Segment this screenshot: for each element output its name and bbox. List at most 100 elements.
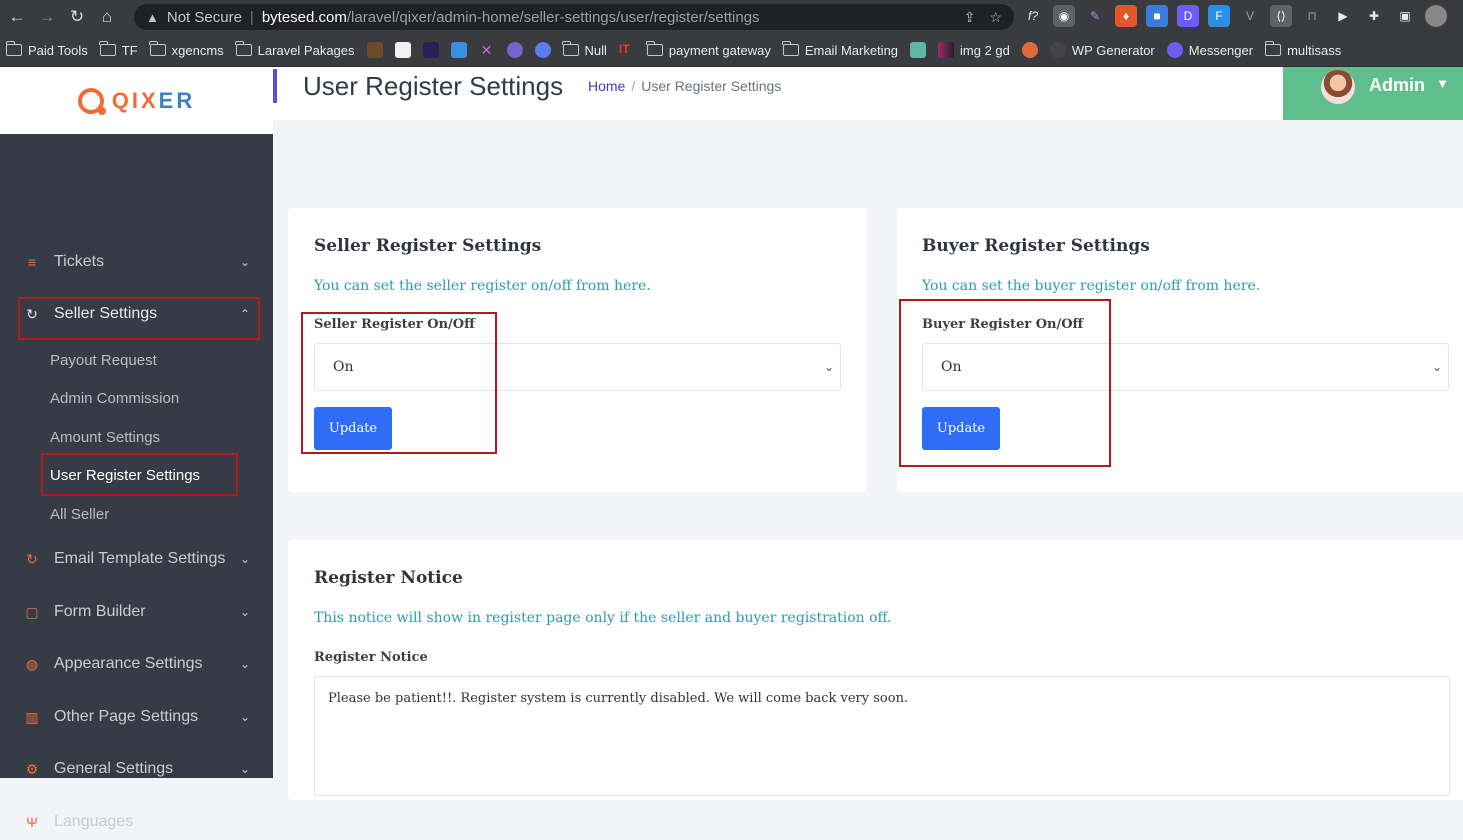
folder-icon	[149, 41, 166, 56]
fi-extension-icon[interactable]: F	[1208, 5, 1230, 27]
bookmark-favicon-icon[interactable]	[366, 42, 383, 58]
sidepanel-icon[interactable]: ▣	[1394, 5, 1416, 27]
breadcrumb-separator: /	[631, 78, 636, 94]
d-extension-icon[interactable]: D	[1177, 5, 1199, 27]
bookmark-img2gd[interactable]: img 2 gd	[938, 42, 1010, 58]
bookmark-wp-generator[interactable]: WP Generator	[1049, 42, 1155, 58]
avatar	[1321, 70, 1355, 104]
buyer-card-title: Buyer Register Settings	[922, 236, 1150, 256]
pin-extension-icon[interactable]: ⊓	[1301, 5, 1323, 27]
bookmark-messenger[interactable]: Messenger	[1166, 42, 1253, 58]
bookmark-x-icon[interactable]: ✕	[479, 42, 495, 58]
url-separator: |	[249, 8, 254, 26]
home-icon[interactable]: ⌂	[94, 4, 120, 30]
highlight-box	[41, 453, 238, 496]
feather-extension-icon[interactable]: ✎	[1084, 5, 1106, 27]
bookmark-null[interactable]: Null	[562, 41, 607, 58]
sidebar-subitem-amount-settings[interactable]: Amount Settings	[50, 429, 160, 446]
sidebar-item-general-settings[interactable]: ⚙ General Settings ⌄	[24, 751, 254, 787]
folder-icon	[1264, 41, 1282, 56]
bookmarks-bar: Paid Tools TF xgencms Laravel Pakages ✕ …	[0, 34, 1463, 67]
chart-icon: ▥	[25, 708, 39, 725]
bookmark-favicon-icon[interactable]	[422, 42, 439, 58]
seller-register-card: Seller Register Settings You can set the…	[288, 208, 867, 492]
chevron-down-icon: ⌄	[239, 710, 250, 724]
highlight-box	[18, 297, 260, 340]
sidebar-subitem-payout-request[interactable]: Payout Request	[50, 352, 157, 369]
highlight-box	[899, 299, 1111, 467]
blue-extension-icon[interactable]: ■	[1146, 5, 1168, 27]
folder-icon	[235, 41, 252, 56]
page-header: User Register Settings Home / User Registe…	[273, 67, 1463, 120]
v-extension-icon[interactable]: V	[1239, 5, 1261, 27]
bookmark-xgencms[interactable]: xgencms	[149, 41, 224, 58]
bookmark-payment-gateway[interactable]: payment gateway	[646, 41, 771, 58]
star-icon[interactable]: ☆	[989, 9, 1002, 26]
folder-icon	[562, 41, 579, 56]
code-extension-icon[interactable]: ⟨⟩	[1270, 5, 1292, 27]
address-bar[interactable]: ▲ Not Secure | bytesed.com/laravel/qixer…	[134, 4, 1014, 30]
sidebar-item-form-builder[interactable]: ▢ Form Builder ⌄	[24, 594, 254, 630]
chevron-down-icon: ⌄	[239, 762, 250, 776]
register-notice-card: Register Notice This notice will show in…	[288, 540, 1463, 800]
back-arrow-icon[interactable]: ←	[4, 4, 30, 30]
sidebar: QIXER ≡ Tickets ⌄ ↻ Seller Settings ⌃ Pa…	[0, 67, 273, 830]
user-menu[interactable]: Admin ▼	[1283, 67, 1463, 120]
sidebar-item-tickets[interactable]: ≡ Tickets ⌄	[24, 244, 254, 280]
bookmark-tf[interactable]: TF	[99, 41, 138, 58]
browser-toolbar: ← → ↻ ⌂ ▲ Not Secure | bytesed.com/larav…	[0, 0, 1463, 34]
chevron-down-icon: ⌄	[1431, 360, 1442, 374]
notice-card-description: This notice will show in register page o…	[314, 610, 892, 626]
url-path: /laravel/qixer/admin-home/seller-setting…	[346, 8, 760, 26]
folder-icon	[782, 41, 799, 56]
chevron-down-icon: ⌄	[239, 657, 250, 671]
register-notice-textarea[interactable]: Please be patient!!. Register system is …	[314, 676, 1450, 796]
notice-card-title: Register Notice	[314, 568, 463, 588]
bookmark-favicon-icon[interactable]	[394, 42, 411, 58]
seller-card-title: Seller Register Settings	[314, 236, 542, 256]
bookmark-multisass[interactable]: multisass	[1264, 41, 1341, 58]
bookmark-favicon-icon[interactable]	[910, 42, 927, 58]
warning-icon: ▲	[146, 9, 159, 25]
page-title: User Register Settings	[303, 71, 564, 101]
messenger-icon[interactable]	[534, 42, 551, 58]
buyer-register-card: Buyer Register Settings You can set the …	[897, 208, 1463, 492]
font-extension-icon[interactable]: f?	[1022, 5, 1044, 27]
bookmark-favicon-icon[interactable]	[450, 42, 467, 58]
list-icon: ≡	[27, 254, 37, 270]
sidebar-item-other-page-settings[interactable]: ▥ Other Page Settings ⌄	[24, 699, 254, 735]
forward-arrow-icon[interactable]: →	[34, 4, 60, 30]
bookmark-laravel-pakages[interactable]: Laravel Pakages	[235, 41, 355, 58]
reload-icon[interactable]: ↻	[64, 4, 90, 30]
badge-extension-icon[interactable]: ♦	[1115, 5, 1137, 27]
refresh-icon: ↻	[26, 550, 38, 567]
sidebar-subitem-all-seller[interactable]: All Seller	[50, 506, 109, 523]
sidebar-item-appearance-settings[interactable]: ◍ Appearance Settings ⌄	[24, 646, 254, 682]
camera-extension-icon[interactable]: ◉	[1053, 5, 1075, 27]
url-host: bytesed.com	[261, 8, 347, 26]
register-notice-label: Register Notice	[314, 650, 428, 665]
img-favicon-icon	[938, 42, 955, 58]
chevron-down-icon: ⌄	[239, 255, 250, 269]
buyer-card-description: You can set the buyer register on/off fr…	[922, 278, 1261, 294]
logo[interactable]: QIXER	[0, 67, 273, 134]
form-icon: ▢	[25, 603, 39, 620]
folder-icon	[646, 41, 663, 56]
chevron-down-icon: ⌄	[823, 360, 834, 374]
sidebar-subitem-admin-commission[interactable]: Admin Commission	[50, 390, 179, 407]
bookmark-email-marketing[interactable]: Email Marketing	[782, 41, 898, 58]
profile-avatar-icon[interactable]	[1425, 5, 1447, 27]
share-icon[interactable]: ⇪	[964, 9, 976, 26]
sidebar-item-email-template-settings[interactable]: ↻ Email Template Settings ⌄	[24, 541, 254, 577]
logo-text: QIXER	[111, 87, 196, 113]
puzzle-icon[interactable]: ✚	[1363, 5, 1385, 27]
bookmark-paid-tools[interactable]: Paid Tools	[5, 41, 88, 58]
bookmark-favicon-icon[interactable]	[506, 42, 523, 58]
breadcrumb-home-link[interactable]: Home	[588, 78, 625, 94]
bookmark-favicon-icon[interactable]	[1021, 42, 1038, 58]
wordpress-icon	[1049, 42, 1066, 58]
sidebar-item-languages[interactable]: Ψ Languages	[24, 804, 254, 840]
bookmark-it-icon[interactable]: IT	[619, 42, 635, 58]
chevron-down-icon: ▼	[1436, 76, 1449, 91]
play-extension-icon[interactable]: ▶	[1332, 5, 1354, 27]
